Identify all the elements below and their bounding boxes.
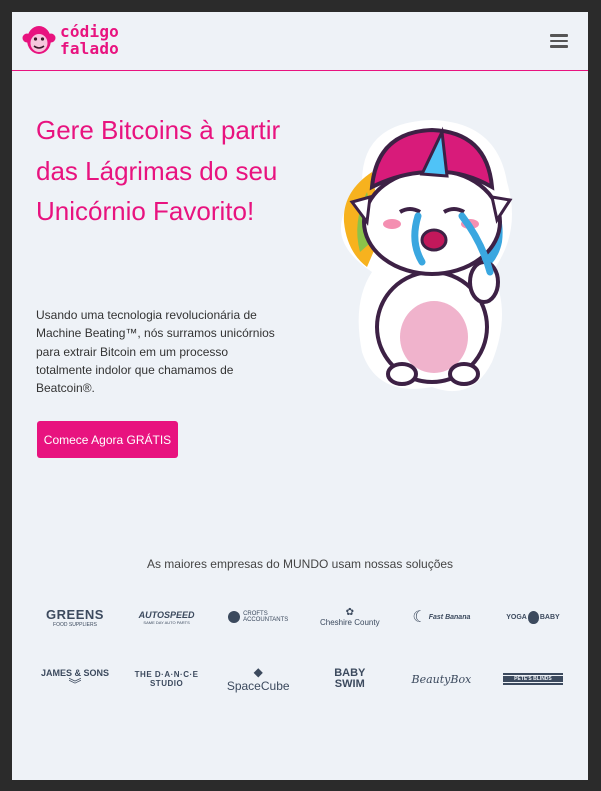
chevron-icon: ︾ [68,676,82,692]
hamburger-icon[interactable] [550,34,568,48]
client-logo-james-sons: JAMES & SONS ︾ [40,667,109,692]
client-logo-spacecube: ◆ SpaceCube [226,665,290,693]
page: código falado Gere Bitcoins à partir das… [12,12,588,780]
client-logo-beautybox: BeautyBox [411,672,472,686]
header: código falado [12,12,588,71]
client-logo-dance-studio: THE D·A·N·C·E STUDIO [134,670,199,688]
client-logos-row-1: GREENS FOOD SUPPLIERS AUTOSPEED SAME DAY… [34,597,574,637]
crofts-icon [228,611,241,623]
monkey-icon [22,26,56,54]
client-logo-yoga-baby: YOGA BABY [492,597,574,637]
cta-button[interactable]: Comece Agora GRÁTIS [37,421,178,458]
hero-description: Usando uma tecnologia revolucionária de … [36,308,275,396]
hero-title: Gere Bitcoins à partir das Lágrimas do s… [36,115,281,226]
brand-logo[interactable]: código falado [22,22,119,58]
fast-banana-icon: ☾ [412,609,427,626]
client-logo-baby-swim: BABY SWIM [334,667,366,690]
client-logos: GREENS FOOD SUPPLIERS AUTOSPEED SAME DAY… [34,597,574,721]
client-logo-crofts: CROFTS ACCOUNTANTS [217,597,299,637]
client-logo-autospeed: AUTOSPEED SAME DAY AUTO PARTS [138,609,195,625]
lotus-icon: ✿ [345,607,354,618]
baby-icon [527,610,539,624]
unicorn-illustration [340,120,513,392]
client-logos-row-2: JAMES & SONS ︾ THE D·A·N·C·E STUDIO ◆ Sp… [34,659,574,699]
cube-icon: ◆ [253,665,263,679]
logo-line-2: falado [60,39,119,58]
clients-title: As maiores empresas do MUNDO usam nossas… [146,557,454,571]
client-logo-greens: GREENS FOOD SUPPLIERS [46,606,104,628]
client-logo-fast-banana: ☾ Fast Banana [412,609,471,626]
client-logo-cheshire-county: ✿ Cheshire County [319,607,380,627]
client-logo-petes-blinds: PETE'S BLINDS [492,659,574,699]
logo-line-1: código [60,22,119,41]
